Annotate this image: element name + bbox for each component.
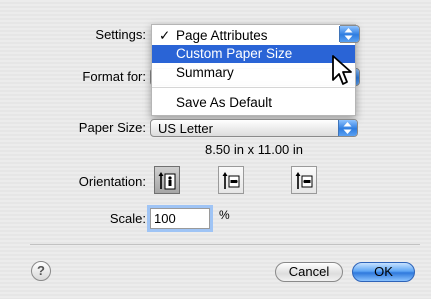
landscape-reverse-orientation-icon bbox=[295, 172, 313, 189]
paper-size-popup[interactable]: US Letter bbox=[150, 119, 358, 137]
paper-size-value: US Letter bbox=[158, 121, 213, 136]
portrait-orientation-icon bbox=[158, 172, 176, 190]
settings-dropdown-menu[interactable]: ✓ Page Attributes Custom Paper Size Summ… bbox=[151, 24, 356, 116]
menu-item-label: Page Attributes bbox=[176, 28, 268, 43]
help-button[interactable]: ? bbox=[31, 261, 51, 281]
scale-input[interactable] bbox=[150, 208, 210, 229]
divider bbox=[30, 244, 420, 245]
menu-item-summary[interactable]: Summary bbox=[152, 64, 355, 82]
up-down-arrows-icon bbox=[339, 26, 359, 42]
format-for-label: Format for: bbox=[82, 69, 146, 84]
menu-item-custom-paper-size[interactable]: Custom Paper Size bbox=[152, 45, 355, 63]
checkmark-icon: ✓ bbox=[159, 28, 171, 43]
menu-item-label: Summary bbox=[176, 65, 234, 80]
mouse-pointer-icon bbox=[331, 54, 355, 91]
menu-item-label: Custom Paper Size bbox=[176, 46, 293, 61]
menu-separator bbox=[152, 87, 355, 88]
paper-size-label: Paper Size: bbox=[78, 120, 146, 135]
ok-button[interactable]: OK bbox=[352, 262, 415, 282]
menu-item-save-as-default[interactable]: Save As Default bbox=[152, 94, 355, 112]
paper-dimensions: 8.50 in x 11.00 in bbox=[204, 142, 304, 157]
settings-popup[interactable] bbox=[339, 25, 360, 43]
scale-percent-unit: % bbox=[219, 208, 230, 222]
up-down-arrows-icon bbox=[338, 120, 357, 136]
menu-item-label: Save As Default bbox=[176, 95, 273, 110]
menu-item-page-attributes[interactable]: ✓ Page Attributes bbox=[152, 27, 355, 45]
cancel-button[interactable]: Cancel bbox=[275, 262, 343, 282]
settings-label: Settings: bbox=[95, 27, 146, 42]
orientation-landscape-button[interactable] bbox=[218, 166, 244, 194]
scale-label: Scale: bbox=[109, 211, 146, 226]
orientation-landscape-reverse-button[interactable] bbox=[291, 166, 317, 194]
landscape-orientation-icon bbox=[222, 172, 240, 189]
orientation-label: Orientation: bbox=[78, 174, 146, 189]
orientation-portrait-button[interactable] bbox=[154, 166, 180, 194]
